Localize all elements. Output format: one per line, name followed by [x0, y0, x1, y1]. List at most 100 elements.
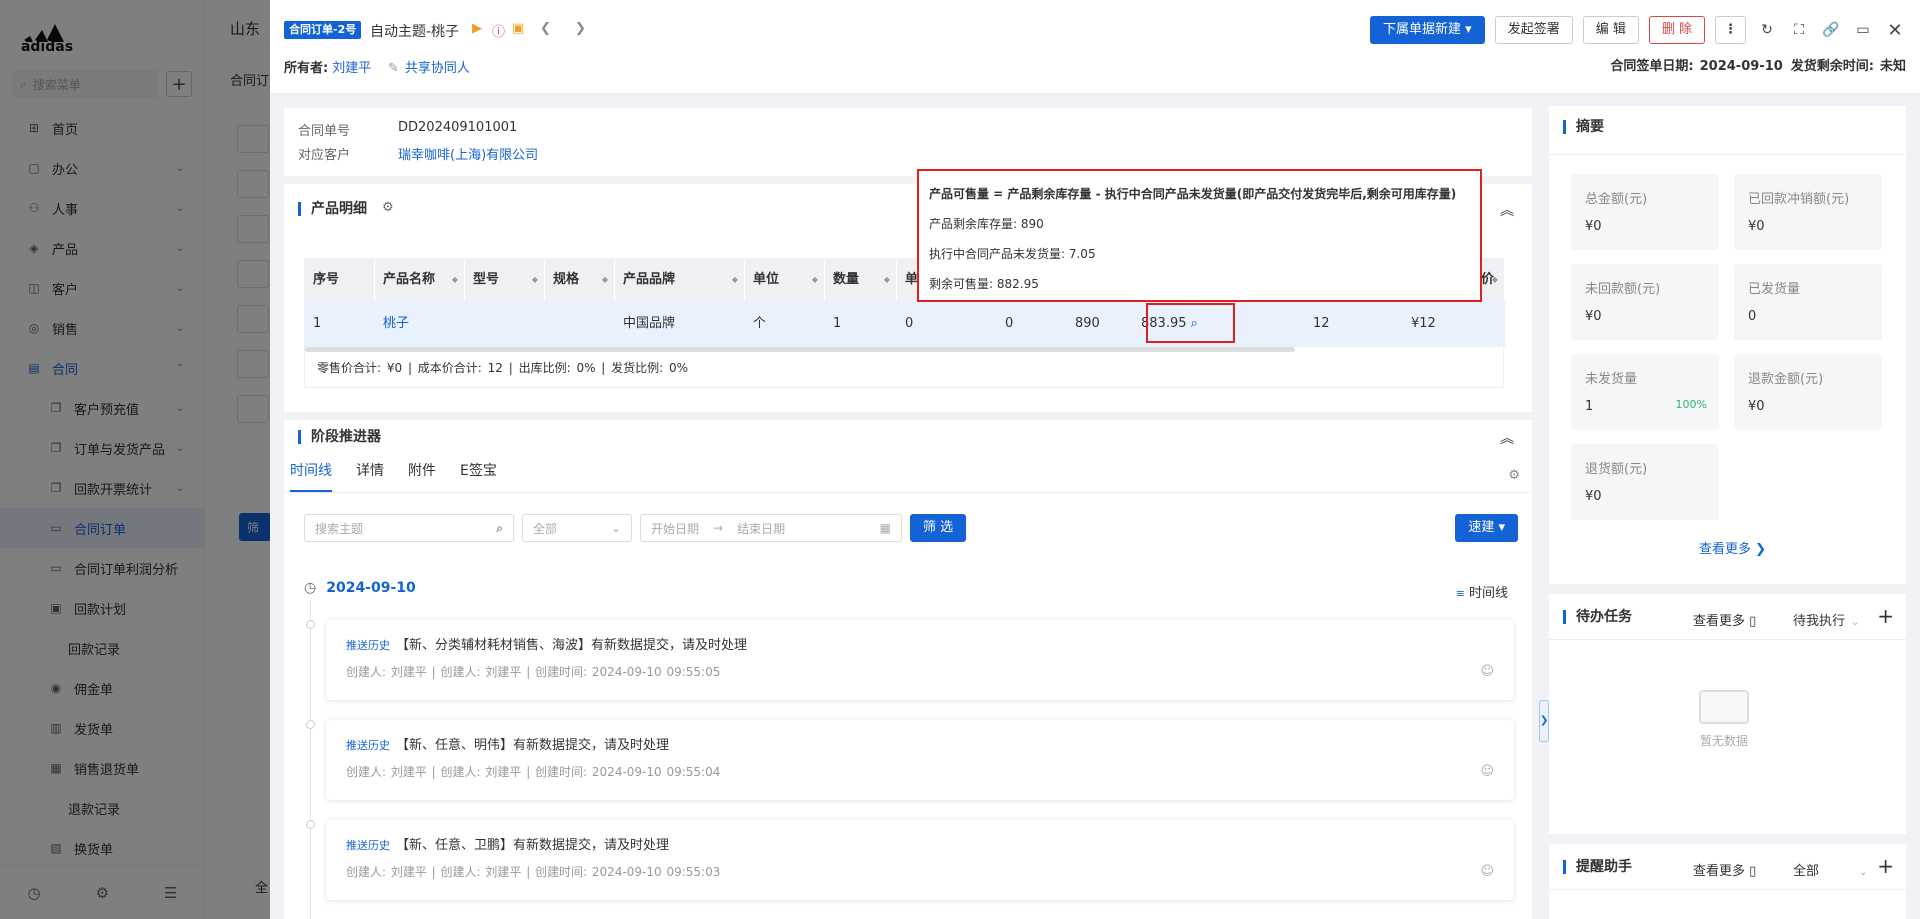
calendar-icon: ▦ [879, 521, 891, 535]
reminder-card: 提醒助手 查看更多 ▯ 全部 ⌄ + [1549, 844, 1906, 919]
todo-card: 待办任务 查看更多 ▯ 待我执行 ⌄ + 暂无数据 [1549, 594, 1906, 834]
timeline-item-meta: 创建人: 刘建平 | 创建人: 刘建平 | 创建时间: 2024-09-10 0… [346, 865, 721, 879]
chevron-right-icon: ❯ [1755, 542, 1767, 557]
todo-filter-select[interactable]: 待我执行 ⌄ [1793, 610, 1859, 629]
sellable-qty-tooltip: 产品可售量 = 产品剩余库存量 - 执行中合同产品未发货量(即产品交付发货完毕后… [917, 169, 1482, 302]
horizontal-scrollbar[interactable] [305, 347, 1505, 353]
prev-arrow-icon[interactable]: ❮ [540, 21, 551, 36]
sort-icon[interactable]: ◆ [884, 259, 890, 301]
timeline-switch[interactable]: ≡ 时间线 [1456, 582, 1508, 601]
expand-handle[interactable]: ❯ [1539, 700, 1549, 742]
comment-icon[interactable]: ☺ [1480, 864, 1494, 879]
stage-tabs: 时间线 详情 附件 E签宝 [290, 460, 497, 492]
fullscreen-icon[interactable]: ⛶ [1788, 22, 1810, 38]
column-header[interactable]: 产品名称 ◆ [375, 259, 465, 301]
gear-icon[interactable]: ⚙ [382, 200, 394, 215]
empty-inbox-icon [1699, 690, 1749, 724]
refresh-icon[interactable]: ↻ [1756, 22, 1778, 38]
sort-icon[interactable]: ◆ [532, 259, 538, 301]
timeline-item[interactable]: 推送历史 【新、分类辅材耗材销售、海波】有新数据提交，请及时处理 创建人: 刘建平 … [326, 620, 1514, 700]
type-select[interactable]: 全部 ⌄ [522, 514, 632, 542]
table-row[interactable]: 1 桃子 中国品牌 个 1 0 0 890 883.95 ⌕ 12 ¥12 [305, 301, 1505, 347]
tab-3[interactable]: E签宝 [460, 460, 497, 492]
more-options-button[interactable]: ⋮ [1715, 16, 1746, 44]
alert-icon[interactable]: ⓘ [492, 21, 505, 40]
book-icon: ▯ [1749, 864, 1757, 879]
column-header[interactable]: 型号 ◆ [465, 259, 545, 301]
date-range-picker[interactable]: 开始日期 → 结束日期 ▦ [640, 514, 902, 542]
chevron-down-icon: ▾ [1465, 22, 1472, 37]
summary-cell: 已回款冲销额(元) ¥0 [1734, 174, 1882, 250]
timeline-item-title[interactable]: 【新、分类辅材耗材销售、海波】有新数据提交，请及时处理 [396, 638, 747, 653]
sort-icon[interactable]: ◆ [812, 259, 818, 301]
timeline-item-title[interactable]: 【新、任意、卫鹏】有新数据提交，请及时处理 [396, 838, 669, 853]
edit-icon: ✎ [388, 61, 399, 76]
tab-0[interactable]: 时间线 [290, 460, 332, 492]
link-icon[interactable]: 🔗 [1820, 22, 1842, 38]
collapse-icon[interactable]: ︽ [1500, 200, 1514, 220]
window-icon[interactable]: ▭ [1852, 22, 1874, 38]
column-header[interactable]: 规格 ◆ [545, 259, 615, 301]
comment-icon[interactable]: ☺ [1480, 764, 1494, 779]
settings-icon[interactable]: ⚙ [1508, 468, 1520, 483]
section-title: 产品明细 [298, 202, 367, 216]
share-collaborators-link[interactable]: ✎ 共享协同人 [388, 57, 470, 76]
percent-badge: 100% [1675, 398, 1707, 411]
clock-icon: ◷ [304, 580, 317, 596]
column-header[interactable]: 数量 ◆ [825, 259, 897, 301]
view-more-link[interactable]: 查看更多 ▯ [1693, 860, 1756, 879]
column-header[interactable]: 价 ◆ [1479, 259, 1505, 301]
timeline-dot [306, 720, 315, 729]
sort-icon[interactable]: ◆ [452, 259, 458, 301]
add-icon[interactable]: + [1877, 604, 1894, 628]
play-icon[interactable]: ▶ [472, 21, 482, 36]
next-arrow-icon[interactable]: ❯ [575, 21, 586, 36]
page-title: 自动主题-桃子 [370, 24, 460, 40]
list-icon: ≡ [1455, 587, 1465, 600]
column-header: 序号 [305, 259, 375, 301]
search-topic-input[interactable]: 搜索主题 ⌕ [304, 514, 514, 542]
collapse-icon[interactable]: ︽ [1500, 428, 1514, 448]
start-sign-button[interactable]: 发起签署 [1494, 16, 1573, 44]
coupon-icon[interactable]: ▣ [512, 21, 524, 36]
timeline-item-title[interactable]: 【新、任意、明伟】有新数据提交，请及时处理 [396, 738, 669, 753]
timeline-dot [306, 620, 315, 629]
tab-2[interactable]: 附件 [408, 460, 436, 492]
tab-1[interactable]: 详情 [356, 460, 384, 492]
product-name-link[interactable]: 桃子 [375, 301, 465, 347]
timeline-item[interactable]: 推送历史 【新、任意、卫鹏】有新数据提交，请及时处理 创建人: 刘建平 | 创建人:… [326, 820, 1514, 900]
sort-icon[interactable]: ◆ [602, 259, 608, 301]
arrow-right-icon: → [713, 521, 724, 535]
timeline-item-meta: 创建人: 刘建平 | 创建人: 刘建平 | 创建时间: 2024-09-10 0… [346, 765, 721, 779]
timeline-item[interactable]: 推送历史 【新、任意、明伟】有新数据提交，请及时处理创建人: 刘建平 | 创建人:… [326, 720, 1514, 800]
sub-document-new-button[interactable]: 下属单据新建 ▾ [1370, 16, 1485, 44]
contract-date: 合同签单日期: 2024-09-10 发货剩余时间: 未知 [1610, 59, 1906, 74]
quick-create-button[interactable]: 速建 ▾ [1455, 514, 1518, 542]
view-more-link[interactable]: 查看更多 ❯ [1699, 538, 1766, 557]
section-title: 摘要 [1563, 120, 1604, 134]
edit-button[interactable]: 编 辑 [1582, 16, 1639, 44]
sort-icon[interactable]: ◆ [1492, 259, 1498, 301]
view-more-link[interactable]: 查看更多 ▯ [1693, 610, 1756, 629]
column-header[interactable]: 单位 ◆ [745, 259, 825, 301]
close-icon[interactable]: ✕ [1884, 20, 1906, 41]
section-title: 提醒助手 [1563, 860, 1632, 874]
chevron-down-icon: ⌄ [610, 521, 621, 535]
filter-button[interactable]: 筛 选 [910, 514, 967, 542]
add-icon[interactable]: + [1877, 854, 1894, 878]
sort-icon[interactable]: ◆ [732, 259, 738, 301]
summary-cell: 已发货量 0 [1734, 264, 1882, 340]
book-icon: ▯ [1749, 614, 1757, 629]
reminder-filter-select[interactable]: 全部 ⌄ [1793, 860, 1867, 879]
column-header[interactable]: 产品品牌 ◆ [615, 259, 745, 301]
push-history-tag: 推送历史 [346, 739, 390, 752]
section-title: 阶段推进器 [298, 430, 381, 444]
chevron-down-icon: ⌄ [1859, 867, 1868, 878]
delete-button[interactable]: 删 除 [1648, 16, 1705, 44]
comment-icon[interactable]: ☺ [1480, 664, 1494, 679]
drawer-header: 合同订单-2号 自动主题-桃子 ▶ ⓘ ▣ ❮ ❯ 所有者: 刘建平 ✎ 共享协同人… [270, 0, 1920, 94]
customer-link[interactable]: 瑞幸咖啡(上海)有限公司 [398, 144, 538, 163]
stage-advancer-card: 阶段推进器 ︽ 时间线 详情 附件 E签宝 ⚙ 搜索主题 ⌕ 全部 ⌄ 开始日期 → 结束日期… [284, 420, 1532, 919]
timeline-date: ◷ 2024-09-10 [304, 580, 416, 596]
push-history-tag: 推送历史 [346, 639, 390, 652]
